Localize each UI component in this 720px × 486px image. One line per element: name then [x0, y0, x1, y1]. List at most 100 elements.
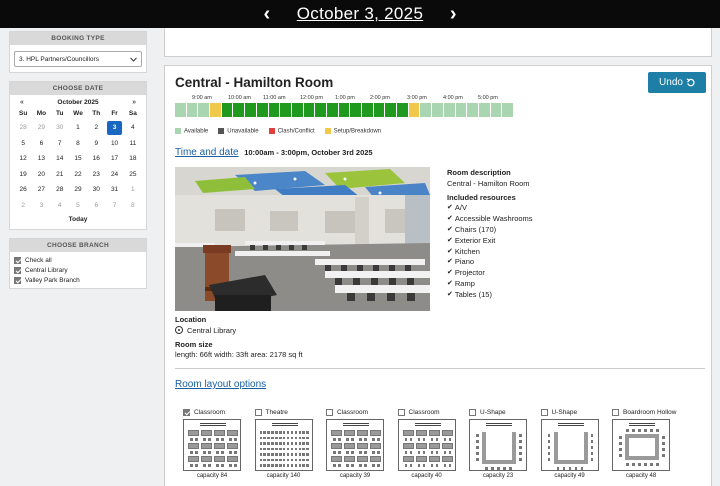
- timeline-slot[interactable]: [291, 103, 304, 117]
- calendar-day[interactable]: 29: [69, 182, 87, 198]
- layout-option[interactable]: Classroom capacity 39: [326, 408, 384, 479]
- timeline-slot[interactable]: [186, 103, 199, 117]
- calendar-day[interactable]: 25: [124, 167, 142, 183]
- timeline-slot[interactable]: [490, 103, 503, 117]
- calendar-day[interactable]: 30: [51, 120, 69, 136]
- layout-option[interactable]: Classroom capacity 40: [397, 408, 456, 479]
- calendar-day[interactable]: 21: [51, 167, 69, 183]
- timeline-slot[interactable]: [280, 103, 292, 117]
- calendar-day[interactable]: 16: [87, 151, 105, 167]
- layout-option[interactable]: Theatre capacity 140: [254, 408, 313, 479]
- calendar-day[interactable]: 4: [124, 120, 142, 136]
- timeline-slot[interactable]: [397, 103, 409, 117]
- room-layout-options-link[interactable]: Room layout options: [175, 379, 266, 390]
- current-date-link[interactable]: October 3, 2025: [297, 4, 423, 24]
- timeline-slot[interactable]: [338, 103, 351, 117]
- timeline-slot[interactable]: [443, 103, 456, 117]
- undo-button[interactable]: Undo: [648, 72, 706, 93]
- layout-option[interactable]: Classroom capacity 84: [183, 408, 241, 479]
- calendar-day-selected[interactable]: 3: [105, 120, 123, 136]
- calendar-day[interactable]: 6: [32, 136, 50, 152]
- calendar-day[interactable]: 9: [87, 136, 105, 152]
- timeline-slot[interactable]: [268, 103, 281, 117]
- calendar-day[interactable]: 6: [87, 198, 105, 214]
- timeline-slot[interactable]: [221, 103, 234, 117]
- timeline-slot[interactable]: [175, 103, 187, 117]
- branch-checkbox[interactable]: [14, 276, 21, 284]
- availability-timeline[interactable]: [175, 103, 514, 117]
- prev-day-button[interactable]: ‹: [255, 0, 279, 28]
- calendar-day[interactable]: 20: [32, 167, 50, 183]
- calendar-day[interactable]: 24: [105, 167, 123, 183]
- timeline-slot[interactable]: [385, 103, 398, 117]
- calendar-day[interactable]: 31: [105, 182, 123, 198]
- calendar-day[interactable]: 27: [32, 182, 50, 198]
- calendar-day[interactable]: 28: [51, 182, 69, 198]
- layout-checkbox[interactable]: [540, 409, 548, 416]
- timeline-slot[interactable]: [256, 103, 269, 117]
- calendar-day[interactable]: 12: [14, 151, 32, 167]
- layout-checkbox[interactable]: [254, 409, 262, 416]
- next-day-button[interactable]: ›: [441, 0, 465, 28]
- timeline-slot[interactable]: [467, 103, 479, 117]
- timeline-slot[interactable]: [478, 103, 491, 117]
- timeline-slot[interactable]: [315, 103, 327, 117]
- calendar-day[interactable]: 14: [51, 151, 69, 167]
- calendar-day[interactable]: 8: [69, 136, 87, 152]
- layout-checkbox[interactable]: [183, 409, 190, 416]
- timeline-slot[interactable]: [198, 103, 211, 117]
- layout-checkbox[interactable]: [612, 409, 619, 416]
- calendar-day[interactable]: 11: [124, 136, 142, 152]
- booking-type-select[interactable]: 3. HPL Partners/Councillors: [14, 51, 142, 67]
- calendar-day[interactable]: 2: [14, 198, 32, 214]
- calendar-day[interactable]: 1: [69, 120, 87, 136]
- calendar-day[interactable]: 18: [124, 151, 142, 167]
- timeline-slot[interactable]: [408, 103, 421, 117]
- calendar-day[interactable]: 5: [69, 198, 87, 214]
- calendar-day[interactable]: 17: [105, 151, 123, 167]
- time-and-date-link[interactable]: Time and date: [175, 147, 239, 158]
- calendar-day[interactable]: 2: [87, 120, 105, 136]
- timeline-slot[interactable]: [455, 103, 468, 117]
- calendar-day[interactable]: 3: [32, 198, 50, 214]
- layout-option[interactable]: Boardroom Hollow capacity 48: [612, 408, 676, 479]
- calendar-day[interactable]: 23: [87, 167, 105, 183]
- calendar-day[interactable]: 8: [124, 198, 142, 214]
- timeline-slot[interactable]: [233, 103, 246, 117]
- branch-item[interactable]: Check all: [10, 255, 146, 265]
- calendar-day[interactable]: 28: [14, 120, 32, 136]
- next-month-button[interactable]: »: [132, 99, 136, 106]
- timeline-slot[interactable]: [373, 103, 386, 117]
- calendar-day[interactable]: 1: [124, 182, 142, 198]
- calendar-day[interactable]: 22: [69, 167, 87, 183]
- timeline-slot[interactable]: [245, 103, 257, 117]
- calendar-day[interactable]: 4: [51, 198, 69, 214]
- calendar-day[interactable]: 26: [14, 182, 32, 198]
- timeline-slot[interactable]: [326, 103, 339, 117]
- timeline-slot[interactable]: [502, 103, 514, 117]
- calendar-day[interactable]: 29: [32, 120, 50, 136]
- calendar-day[interactable]: 7: [105, 198, 123, 214]
- calendar-day[interactable]: 30: [87, 182, 105, 198]
- timeline-slot[interactable]: [362, 103, 374, 117]
- calendar-day[interactable]: 19: [14, 167, 32, 183]
- calendar-day[interactable]: 7: [51, 136, 69, 152]
- timeline-slot[interactable]: [303, 103, 316, 117]
- layout-checkbox[interactable]: [326, 409, 333, 416]
- layout-option[interactable]: U-Shape capacity 49: [540, 408, 599, 479]
- branch-checkbox[interactable]: [14, 256, 21, 264]
- layout-checkbox[interactable]: [469, 409, 476, 416]
- layout-option[interactable]: U-Shape capacity 23: [469, 408, 527, 479]
- timeline-slot[interactable]: [420, 103, 433, 117]
- branch-item[interactable]: Valley Park Branch: [10, 275, 146, 285]
- layout-checkbox[interactable]: [397, 409, 405, 416]
- calendar-day[interactable]: 15: [69, 151, 87, 167]
- branch-checkbox[interactable]: [14, 266, 21, 274]
- timeline-slot[interactable]: [432, 103, 444, 117]
- branch-item[interactable]: Central Library: [10, 265, 146, 275]
- calendar-day[interactable]: 10: [105, 136, 123, 152]
- timeline-slot[interactable]: [210, 103, 222, 117]
- calendar-day[interactable]: 5: [14, 136, 32, 152]
- prev-month-button[interactable]: «: [20, 99, 24, 106]
- today-button[interactable]: Today: [10, 213, 146, 229]
